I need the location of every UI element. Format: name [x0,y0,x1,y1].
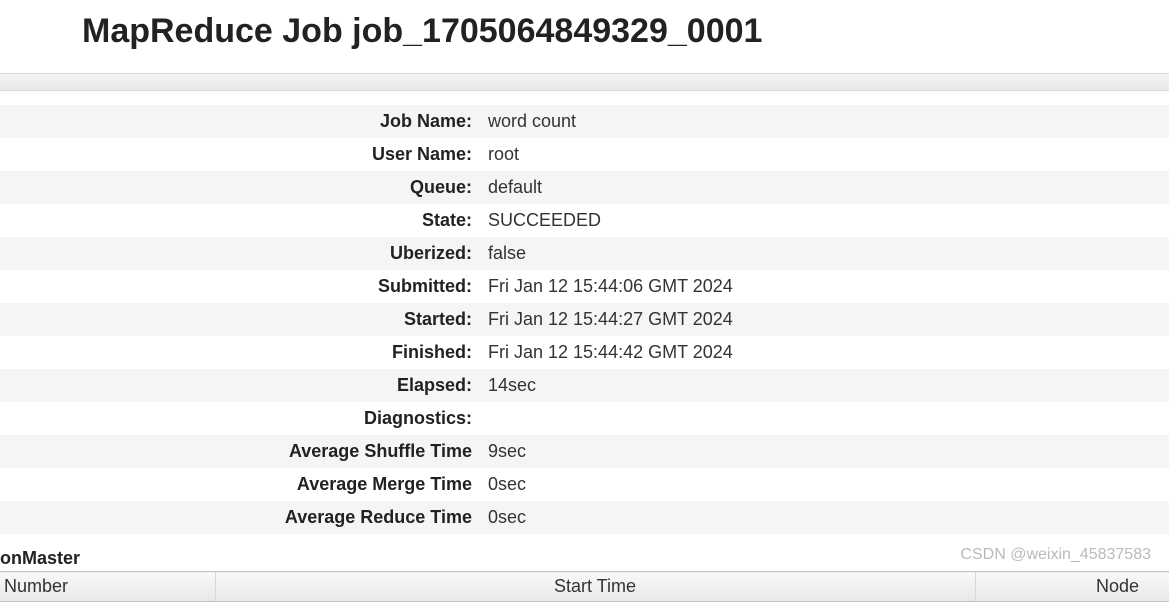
info-value: Fri Jan 12 15:44:06 GMT 2024 [480,270,1169,303]
info-row: Uberized:false [0,237,1169,270]
info-row: Started:Fri Jan 12 15:44:27 GMT 2024 [0,303,1169,336]
info-label: Elapsed: [0,369,480,402]
section-header-onmaster: onMaster [0,534,1169,571]
info-value: 9sec [480,435,1169,468]
info-value: root [480,138,1169,171]
info-row: Job Name:word count [0,105,1169,138]
info-row: Diagnostics: [0,402,1169,435]
info-row: User Name:root [0,138,1169,171]
info-row: State:SUCCEEDED [0,204,1169,237]
info-label: Finished: [0,336,480,369]
info-value: default [480,171,1169,204]
info-label: Started: [0,303,480,336]
info-value [480,402,1169,435]
info-value: SUCCEEDED [480,204,1169,237]
info-label: Average Reduce Time [0,501,480,534]
info-value: word count [480,105,1169,138]
page-title: MapReduce Job job_1705064849329_0001 [0,0,1169,73]
info-label: User Name: [0,138,480,171]
info-value: Fri Jan 12 15:44:42 GMT 2024 [480,336,1169,369]
info-label: Job Name: [0,105,480,138]
column-header-number[interactable]: Number [0,572,215,602]
info-row: Queue:default [0,171,1169,204]
info-row: Elapsed:14sec [0,369,1169,402]
info-value: false [480,237,1169,270]
info-row: Submitted:Fri Jan 12 15:44:06 GMT 2024 [0,270,1169,303]
info-row: Average Merge Time0sec [0,468,1169,501]
info-label: Diagnostics: [0,402,480,435]
info-value: 0sec [480,468,1169,501]
separator-bar [0,73,1169,91]
info-label: Average Shuffle Time [0,435,480,468]
info-row: Average Shuffle Time9sec [0,435,1169,468]
job-info-table: Job Name:word countUser Name:rootQueue:d… [0,105,1169,534]
info-value: Fri Jan 12 15:44:27 GMT 2024 [480,303,1169,336]
info-label: Submitted: [0,270,480,303]
info-label: Average Merge Time [0,468,480,501]
info-label: Uberized: [0,237,480,270]
info-value: 14sec [480,369,1169,402]
info-row: Average Reduce Time0sec [0,501,1169,534]
info-label: Queue: [0,171,480,204]
info-value: 0sec [480,501,1169,534]
attempts-header-row: Number Start Time Node [0,572,1169,602]
column-header-start-time[interactable]: Start Time [215,572,975,602]
column-header-node[interactable]: Node [975,572,1169,602]
info-row: Finished:Fri Jan 12 15:44:42 GMT 2024 [0,336,1169,369]
attempts-table: Number Start Time Node [0,571,1169,602]
info-label: State: [0,204,480,237]
